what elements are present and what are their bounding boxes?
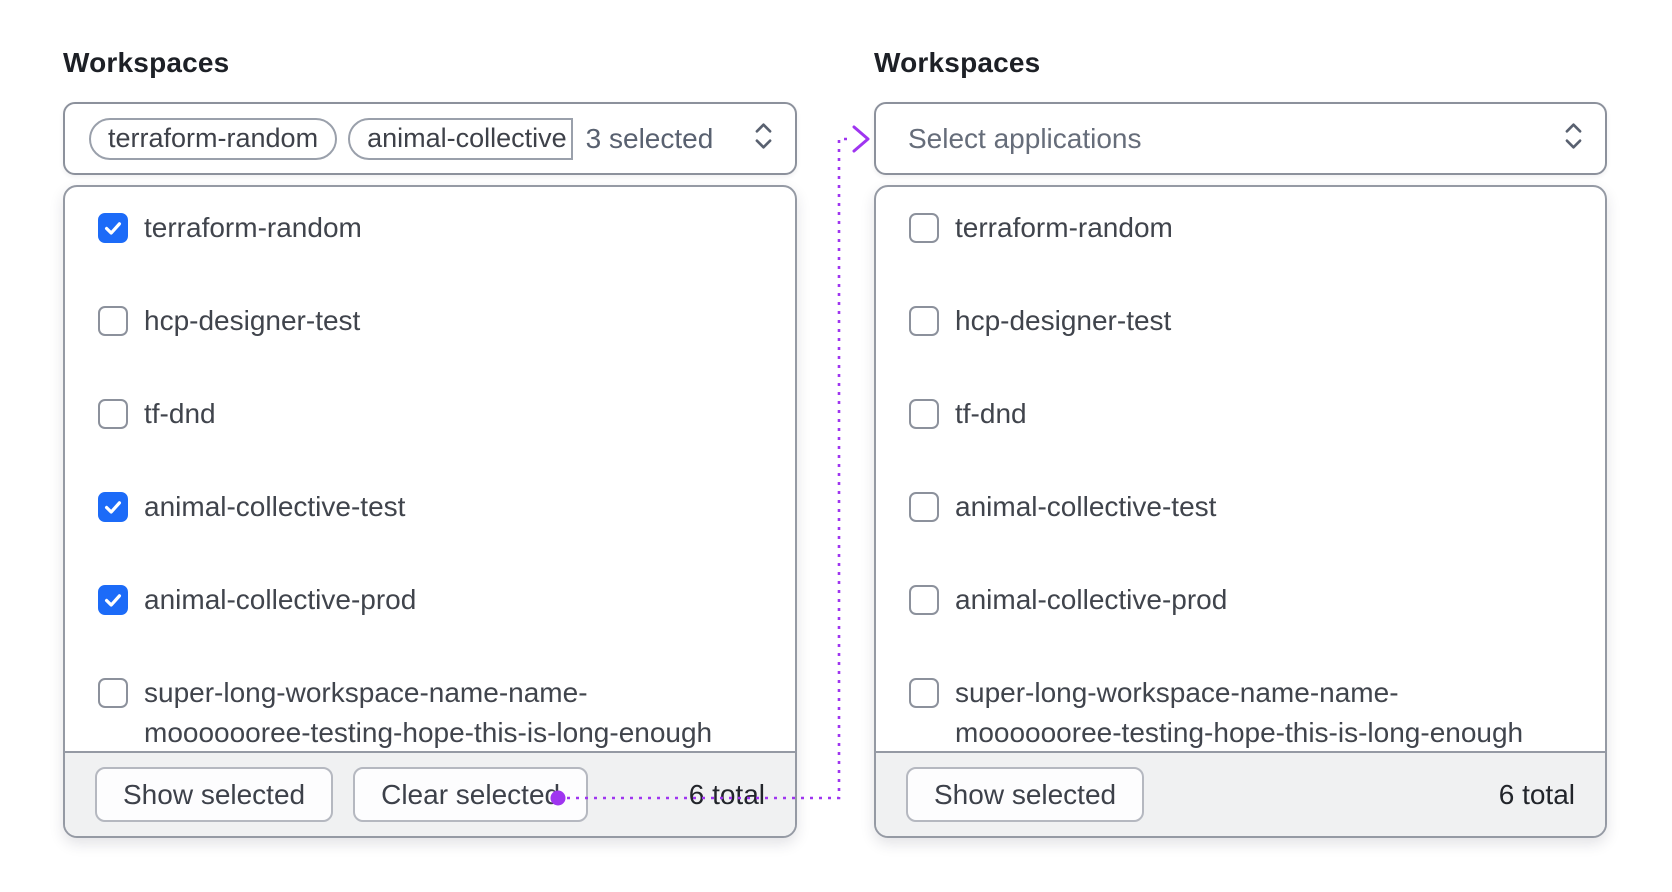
selected-tag-label: animal-collective xyxy=(367,123,567,153)
checkbox[interactable] xyxy=(909,585,939,615)
checkbox[interactable] xyxy=(98,585,128,615)
check-icon xyxy=(104,594,122,607)
checkbox[interactable] xyxy=(909,306,939,336)
option-row[interactable]: hcp-designer-test xyxy=(909,305,1577,341)
checkbox[interactable] xyxy=(98,213,128,243)
options-listbox-right: terraform-random hcp-designer-test tf-dn… xyxy=(874,185,1607,838)
option-row[interactable]: super-long-workspace-name-name-moooooore… xyxy=(909,677,1577,751)
option-label: super-long-workspace-name-name-moooooore… xyxy=(144,677,713,748)
clear-selected-button[interactable]: Clear selected xyxy=(353,767,589,822)
option-label: animal-collective-prod xyxy=(144,584,417,615)
multiselect-trigger-left[interactable]: terraform-random animal-collective 3 sel… xyxy=(63,102,797,175)
option-label: animal-collective-test xyxy=(144,491,406,522)
show-selected-button[interactable]: Show selected xyxy=(906,767,1145,822)
checkbox[interactable] xyxy=(909,492,939,522)
check-icon xyxy=(104,222,122,235)
option-row[interactable]: animal-collective-test xyxy=(98,491,767,527)
option-label: hcp-designer-test xyxy=(144,305,361,336)
option-label: hcp-designer-test xyxy=(955,305,1172,336)
option-row[interactable]: hcp-designer-test xyxy=(98,305,767,341)
checkbox[interactable] xyxy=(98,492,128,522)
option-row[interactable]: tf-dnd xyxy=(98,398,767,434)
option-label: terraform-random xyxy=(955,212,1173,243)
checkbox[interactable] xyxy=(98,678,128,708)
workspaces-label-right: Workspaces xyxy=(874,47,1041,78)
page-root: Workspaces terraform-random animal-colle… xyxy=(0,0,1672,892)
options-list: terraform-random hcp-designer-test tf-dn… xyxy=(65,187,795,751)
checkbox[interactable] xyxy=(909,678,939,708)
selected-tag[interactable]: terraform-random xyxy=(89,117,338,160)
option-row[interactable]: terraform-random xyxy=(98,212,767,248)
option-label: super-long-workspace-name-name-moooooore… xyxy=(955,677,1524,748)
option-row[interactable]: animal-collective-test xyxy=(909,491,1577,527)
check-icon xyxy=(104,501,122,514)
listbox-footer: Show selected 6 total xyxy=(876,751,1605,836)
checkbox[interactable] xyxy=(909,399,939,429)
option-row[interactable]: super-long-workspace-name-name-moooooore… xyxy=(98,677,767,751)
workspaces-label-left: Workspaces xyxy=(63,47,230,78)
options-list: terraform-random hcp-designer-test tf-dn… xyxy=(876,187,1605,751)
multiselect-trigger-right[interactable]: Select applications xyxy=(874,102,1607,175)
option-row[interactable]: animal-collective-prod xyxy=(98,584,767,620)
total-count: 6 total xyxy=(1498,778,1575,810)
show-selected-button[interactable]: Show selected xyxy=(95,767,334,822)
option-label: tf-dnd xyxy=(955,398,1027,429)
option-row[interactable]: animal-collective-prod xyxy=(909,584,1577,620)
selected-count: 3 selected xyxy=(585,122,714,154)
trigger-placeholder: Select applications xyxy=(908,122,1142,154)
option-label: tf-dnd xyxy=(144,398,216,429)
checkbox[interactable] xyxy=(98,306,128,336)
selected-tag-clipped[interactable]: animal-collective xyxy=(348,117,573,160)
checkbox[interactable] xyxy=(909,213,939,243)
options-listbox-left: terraform-random hcp-designer-test tf-dn… xyxy=(63,185,797,838)
selected-tag-label: terraform-random xyxy=(108,123,319,153)
total-count: 6 total xyxy=(688,778,765,810)
checkbox[interactable] xyxy=(98,399,128,429)
option-row[interactable]: tf-dnd xyxy=(909,398,1577,434)
listbox-footer: Show selected Clear selected 6 total xyxy=(65,751,795,836)
chevron-up-down-icon xyxy=(1562,120,1585,157)
option-label: animal-collective-prod xyxy=(955,584,1228,615)
chevron-up-down-icon xyxy=(752,120,775,157)
option-row[interactable]: terraform-random xyxy=(909,212,1577,248)
option-label: animal-collective-test xyxy=(955,491,1217,522)
option-label: terraform-random xyxy=(144,212,362,243)
